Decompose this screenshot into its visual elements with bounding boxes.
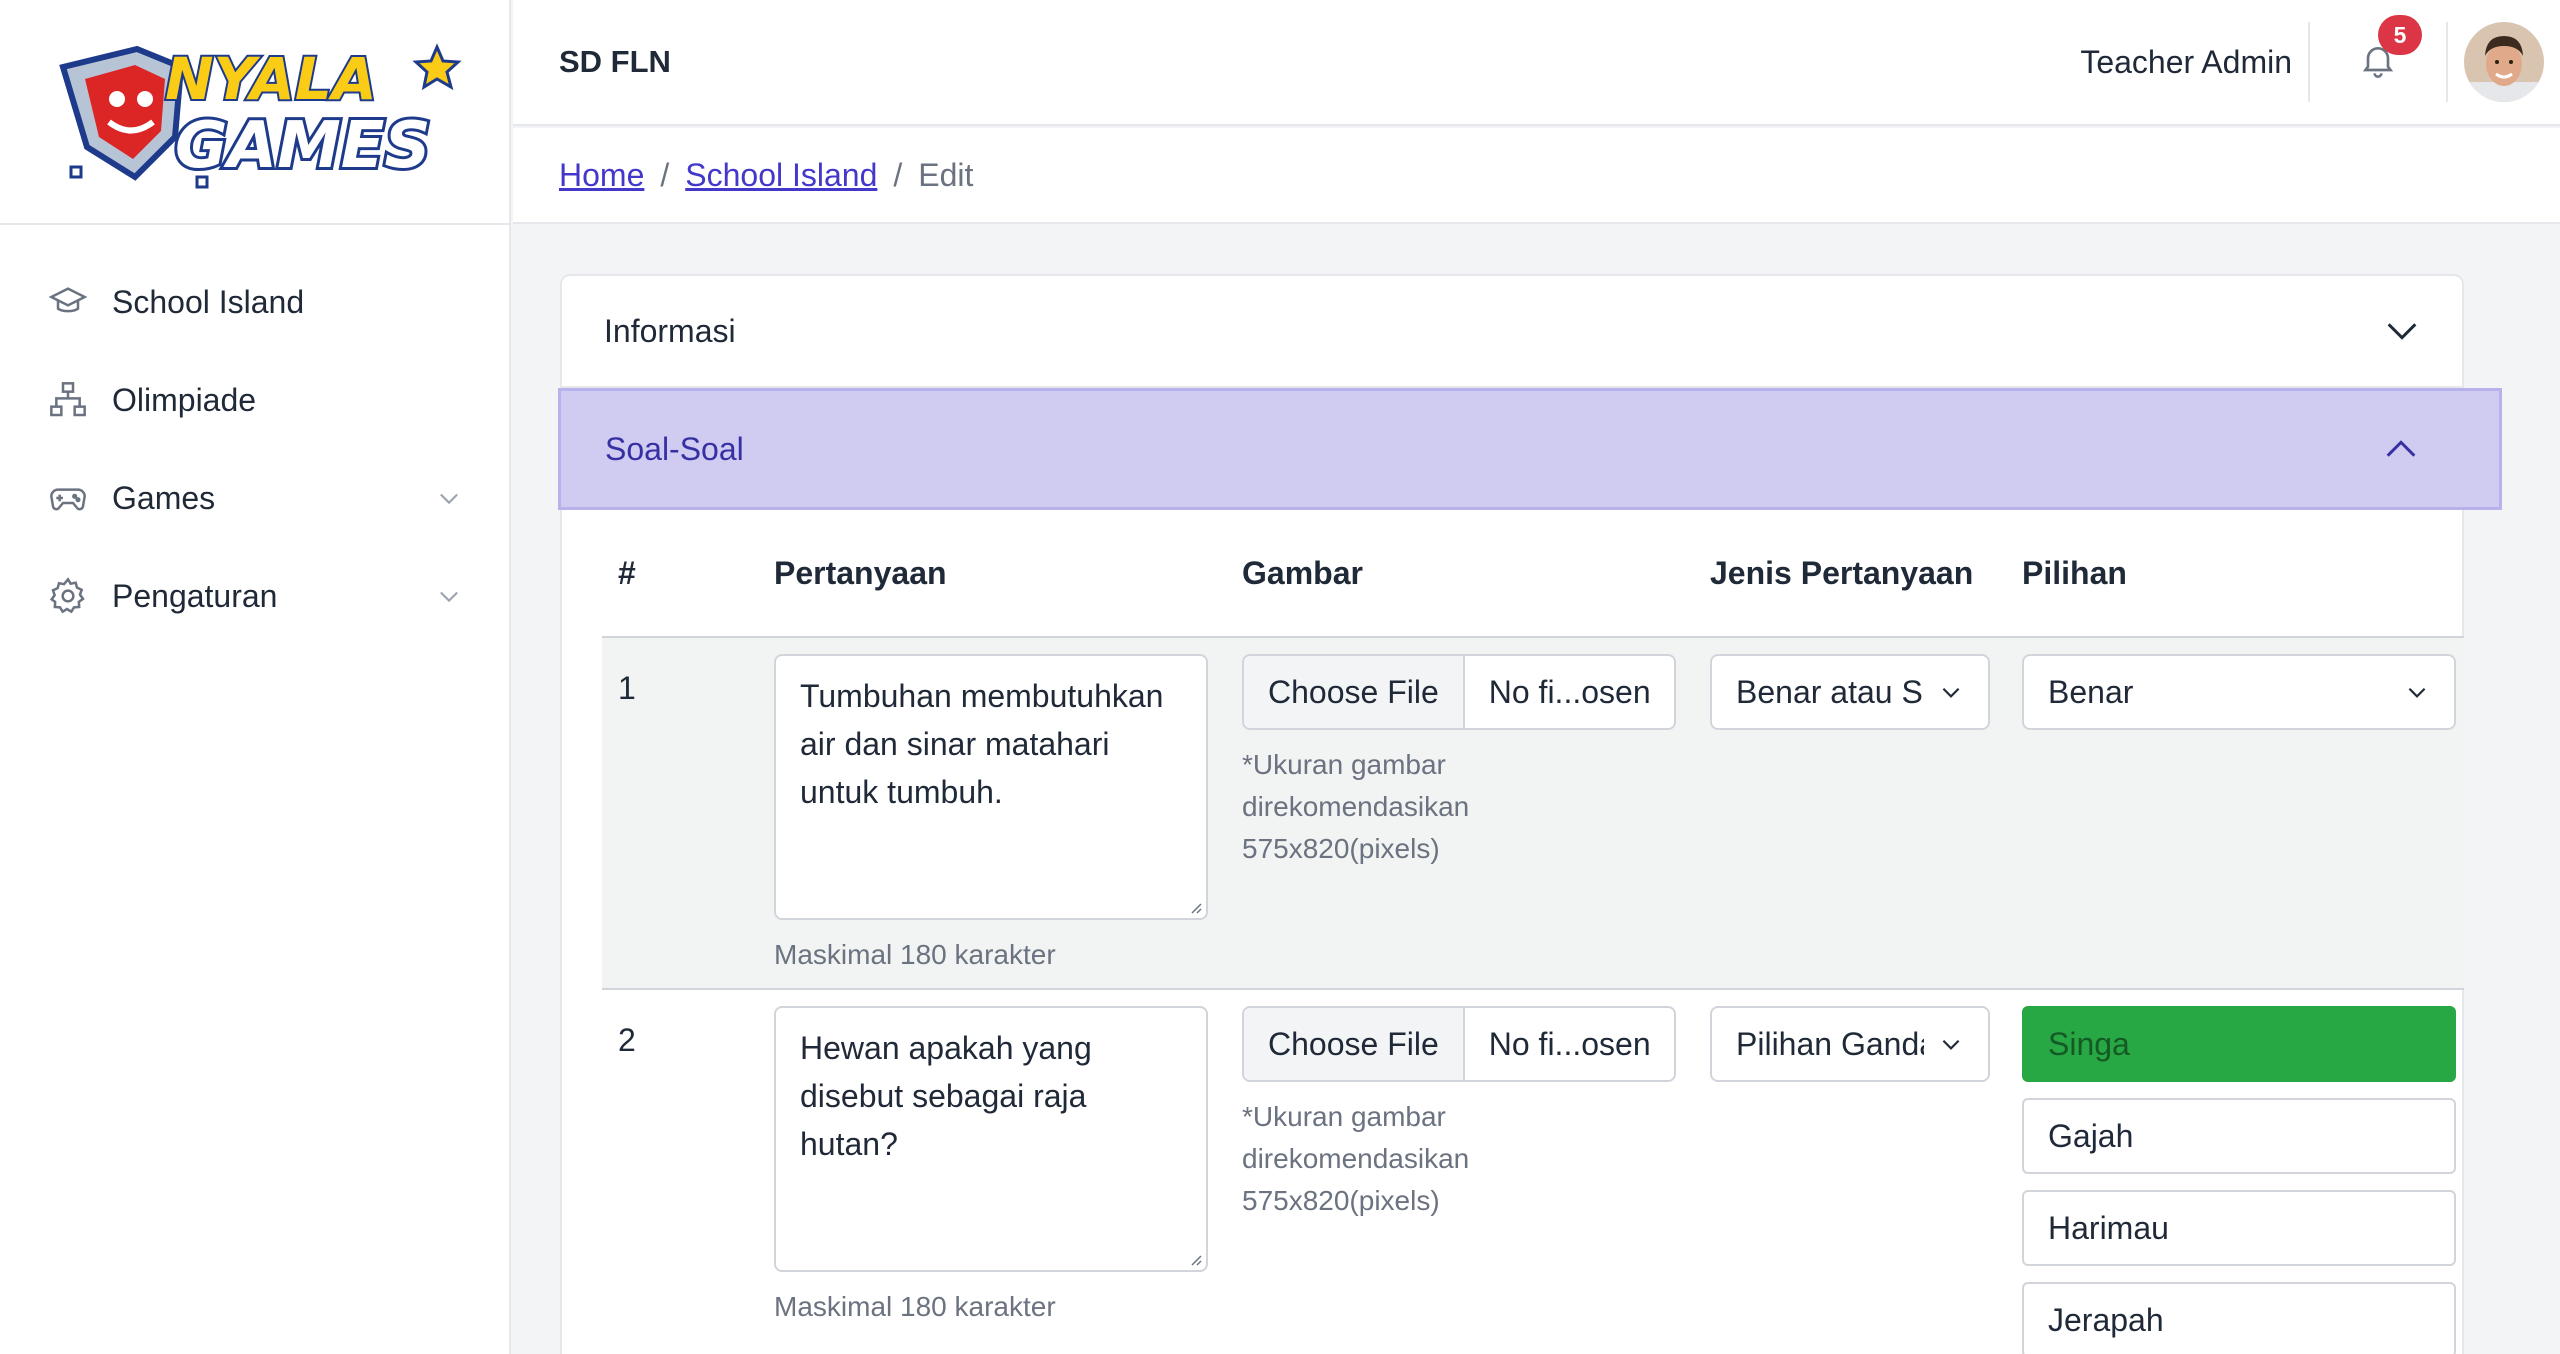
sidebar-item-pengaturan[interactable]: Pengaturan: [0, 547, 509, 645]
sidebar-item-label: Games: [112, 479, 216, 516]
questions-table: # Pertanyaan Gambar Jenis Pertanyaan Pil…: [602, 510, 2464, 1354]
breadcrumb: Home / School Island / Edit: [513, 128, 2560, 224]
answer-select[interactable]: Benar: [2022, 654, 2456, 730]
chevron-down-icon[interactable]: [435, 582, 463, 610]
edit-card: Informasi Soal-Soal # Pertanyaan Gambar …: [558, 274, 2502, 1354]
chevron-down-icon: [2408, 687, 2426, 698]
column-header-question: Pertanyaan: [774, 554, 947, 591]
chevron-down-icon: [1942, 1039, 1960, 1050]
row-number: 1: [618, 670, 636, 706]
accordion-title: Soal-Soal: [605, 430, 744, 467]
gamepad-icon: [46, 476, 90, 520]
chevron-down-icon: [1942, 687, 1960, 698]
accordion-informasi[interactable]: Informasi: [562, 276, 2462, 388]
svg-text:GAMES: GAMES: [175, 109, 431, 183]
image-help-text: *Ukuran gambar direkomendasikan 575x820(…: [1242, 1101, 1470, 1216]
option-input[interactable]: Jerapah: [2022, 1282, 2456, 1354]
nyala-games-logo[interactable]: NYALA GAMES: [45, 27, 465, 197]
table-row: 2 Hewan apakah yang disebut sebagai raja…: [602, 990, 2464, 1354]
question-type-select[interactable]: Benar atau Salah: [1710, 654, 1990, 730]
avatar[interactable]: [2448, 0, 2560, 125]
sidebar-item-olimpiade[interactable]: Olimpiade: [0, 351, 509, 449]
selected-value: Benar atau Salah: [1736, 673, 1924, 710]
question-help-text: Maskimal 180 karakter: [774, 939, 1056, 970]
sidebar-item-label: Pengaturan: [112, 577, 278, 614]
hierarchy-icon: [46, 378, 90, 422]
breadcrumb-current: Edit: [918, 156, 974, 193]
chevron-down-icon[interactable]: [435, 484, 463, 512]
gear-icon: [46, 574, 90, 618]
row-number: 2: [618, 1022, 636, 1058]
sidebar-item-school-island[interactable]: School Island: [0, 253, 509, 351]
accordion-title: Informasi: [604, 312, 736, 349]
graduation-cap-icon: [46, 280, 90, 324]
choose-file-button[interactable]: Choose File: [1244, 656, 1465, 728]
file-status: No fi...osen: [1488, 1025, 1651, 1062]
selected-value: Pilihan Ganda: [1736, 1025, 1924, 1062]
sidebar-nav: School Island Olimpiade Games Pengaturan: [0, 225, 509, 645]
column-header-number: #: [618, 554, 636, 591]
image-file-input[interactable]: Choose File No fi...osen: [1242, 654, 1676, 730]
question-textarea[interactable]: Tumbuhan membutuhkan air dan sinar matah…: [774, 654, 1208, 920]
column-header-options: Pilihan: [2022, 554, 2127, 591]
chevron-up-icon: [2381, 429, 2421, 469]
file-status: No fi...osen: [1488, 673, 1651, 710]
option-input[interactable]: Harimau: [2022, 1190, 2456, 1266]
image-help-text: *Ukuran gambar direkomendasikan 575x820(…: [1242, 749, 1470, 864]
option-input-correct[interactable]: Singa: [2022, 1006, 2456, 1082]
notification-button[interactable]: 5: [2310, 0, 2446, 125]
sidebar-item-games[interactable]: Games: [0, 449, 509, 547]
table-row: 1 Tumbuhan membutuhkan air dan sinar mat…: [602, 638, 2464, 990]
school-name: SD FLN: [559, 44, 671, 79]
sidebar-item-label: School Island: [112, 283, 305, 320]
table-header: # Pertanyaan Gambar Jenis Pertanyaan Pil…: [602, 510, 2464, 638]
question-type-select[interactable]: Pilihan Ganda: [1710, 1006, 1990, 1082]
notification-badge: 5: [2378, 15, 2422, 55]
user-name[interactable]: Teacher Admin: [2080, 44, 2308, 81]
breadcrumb-separator: /: [660, 156, 670, 193]
top-bar: SD FLN Teacher Admin 5: [513, 0, 2560, 126]
choose-file-button[interactable]: Choose File: [1244, 1008, 1465, 1080]
question-text: Hewan apakah yang disebut sebagai raja h…: [800, 1030, 1092, 1162]
breadcrumb-school-island-link[interactable]: School Island: [685, 157, 877, 194]
svg-text:NYALA: NYALA: [165, 45, 377, 113]
breadcrumb-separator: /: [893, 156, 903, 193]
chevron-down-icon: [2382, 311, 2422, 351]
sidebar: NYALA GAMES School Island Olimpiade Game…: [0, 0, 511, 1354]
question-textarea[interactable]: Hewan apakah yang disebut sebagai raja h…: [774, 1006, 1208, 1272]
logo-area: NYALA GAMES: [0, 0, 509, 225]
column-header-type: Jenis Pertanyaan: [1710, 554, 1974, 591]
selected-value: Benar: [2048, 673, 2134, 710]
image-file-input[interactable]: Choose File No fi...osen: [1242, 1006, 1676, 1082]
question-help-text: Maskimal 180 karakter: [774, 1291, 1056, 1322]
sidebar-item-label: Olimpiade: [112, 381, 257, 418]
question-text: Tumbuhan membutuhkan air dan sinar matah…: [800, 678, 1164, 810]
accordion-soal-soal[interactable]: Soal-Soal: [558, 388, 2502, 510]
breadcrumb-home-link[interactable]: Home: [559, 157, 644, 194]
column-header-image: Gambar: [1242, 554, 1363, 591]
resize-handle-icon[interactable]: [1186, 898, 1202, 914]
resize-handle-icon[interactable]: [1186, 1250, 1202, 1266]
option-input[interactable]: Gajah: [2022, 1098, 2456, 1174]
